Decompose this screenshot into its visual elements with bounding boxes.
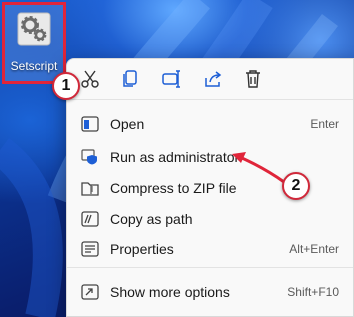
menu-item-label: Copy as path bbox=[110, 211, 193, 227]
share-icon[interactable] bbox=[202, 68, 224, 90]
properties-icon bbox=[81, 241, 99, 257]
desktop-file-setscript[interactable]: Setscript bbox=[2, 2, 66, 84]
menu-item-properties[interactable]: Properties Alt+Enter bbox=[67, 234, 353, 264]
shield-icon bbox=[81, 149, 97, 165]
more-options-icon bbox=[81, 284, 99, 300]
menu-item-shortcut: Alt+Enter bbox=[289, 242, 339, 256]
copy-path-icon bbox=[81, 211, 99, 227]
gear-file-icon bbox=[17, 12, 51, 46]
context-toolbar bbox=[67, 59, 353, 99]
open-icon bbox=[81, 116, 99, 132]
menu-item-shortcut: Shift+F10 bbox=[287, 285, 339, 299]
cut-icon[interactable] bbox=[79, 68, 101, 90]
divider bbox=[67, 99, 353, 100]
menu-item-label: Run as administrator bbox=[110, 149, 240, 165]
menu-item-open[interactable]: Open Enter bbox=[67, 109, 353, 139]
menu-item-copy-as-path[interactable]: Copy as path bbox=[67, 204, 353, 234]
step-badge-1: 1 bbox=[52, 72, 80, 100]
context-menu: Open Enter Run as administrator Compress… bbox=[66, 58, 354, 317]
menu-item-compress-zip[interactable]: Compress to ZIP file bbox=[67, 173, 353, 203]
delete-icon[interactable] bbox=[242, 68, 264, 90]
menu-item-show-more-options[interactable]: Show more options Shift+F10 bbox=[67, 277, 353, 307]
zip-folder-icon bbox=[81, 182, 99, 196]
copy-icon[interactable] bbox=[119, 68, 141, 90]
menu-item-label: Show more options bbox=[110, 284, 230, 300]
menu-item-label: Open bbox=[110, 116, 145, 132]
menu-item-shortcut: Enter bbox=[310, 117, 339, 131]
menu-item-label: Properties bbox=[110, 241, 174, 257]
menu-item-label: Compress to ZIP file bbox=[110, 180, 237, 196]
file-label: Setscript bbox=[10, 59, 58, 73]
rename-icon[interactable] bbox=[161, 68, 183, 90]
step-badge-2: 2 bbox=[282, 172, 310, 200]
menu-item-run-as-administrator[interactable]: Run as administrator bbox=[67, 142, 353, 172]
divider bbox=[67, 267, 353, 268]
